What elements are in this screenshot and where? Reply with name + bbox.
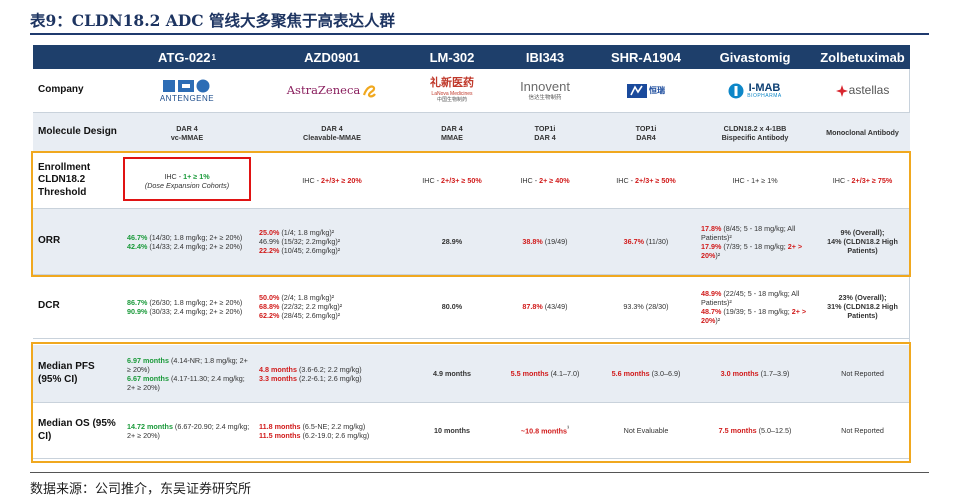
pfs-atg-022: 6.97 months (4.14-NR; 1.8 mg/kg; 2+ ≥ 20… xyxy=(127,355,248,392)
row-pfs: Median PFS (95% CI) 6.97 months (4.14-NR… xyxy=(33,345,910,403)
label-pfs: Median PFS (95% CI) xyxy=(38,361,95,385)
molecule-azd0901: DAR 4 Cleavable-MMAE xyxy=(303,123,361,142)
row-os: Median OS (95% CI) 14.72 months (6.67-20… xyxy=(33,403,910,459)
pfs-shr-a1904: 5.6 months (3.0–6.9) xyxy=(611,369,681,378)
enroll-atg-022: IHC - 1+ ≥ 1% (Dose Expansion Cohorts) xyxy=(144,171,230,190)
astellas-star-icon xyxy=(835,84,848,97)
orr-lm-302: 28.9% xyxy=(441,237,463,246)
imab-wordmark: I-MAB BIOPHARMA xyxy=(747,81,782,99)
molecule-givastomig: CLDN18.2 x 4-1BB Bispecific Antibody xyxy=(721,123,789,142)
molecule-zolbetuximab: Monoclonal Antibody xyxy=(826,128,899,137)
enroll-zolbetuximab: IHC - 2+/3+ ≥ 75% xyxy=(832,176,893,185)
hengrui-text: 恒瑞 xyxy=(649,85,665,95)
hengrui-logo: 恒瑞 xyxy=(597,69,695,112)
astrazeneca-swirl-icon xyxy=(363,84,377,97)
imab-mark-icon xyxy=(728,83,744,98)
innovent-cn-text: 信达生物制药 xyxy=(528,95,562,102)
orr-ibi343: 38.8% (19/49) xyxy=(522,237,568,246)
comparison-table: ATG-022 1 AZD0901 LM-302 IBI343 SHR-A1904… xyxy=(31,45,911,463)
label-os: Median OS (95% CI) xyxy=(38,418,116,442)
enroll-lm-302: IHC - 2+/3+ ≥ 50% xyxy=(422,176,482,185)
orr-atg-022: 46.7% (14/30; 1.8 mg/kg; 2+ ≥ 20%) 42.4% … xyxy=(127,232,243,251)
label-enrollment: Enrollment CLDN18.2 Threshold xyxy=(38,161,91,198)
lanova-cn-text: 礼新医药 xyxy=(430,77,474,90)
enroll-azd0901: IHC - 2+/3+ ≥ 20% xyxy=(302,176,362,185)
dcr-lm-302: 80.0% xyxy=(441,302,463,311)
header-givastomig: Givastomig xyxy=(719,49,791,65)
source-footer: 数据来源：公司推介，东吴证券研究所 xyxy=(30,472,929,497)
molecule-ibi343: TOP1i DAR 4 xyxy=(534,123,556,142)
pfs-givastomig: 3.0 months (1.7–3.9) xyxy=(720,369,790,378)
enroll-givastomig: IHC - 1+ ≥ 1% xyxy=(732,176,778,185)
os-atg-022: 14.72 months (6.67-20.90; 2.4 mg/kg; 2+ … xyxy=(127,421,250,440)
pfs-azd0901: 4.8 months (3.6-6.2; 2.2 mg/kg) 3.3 month… xyxy=(259,364,362,383)
os-givastomig: 7.5 months (5.0–12.5) xyxy=(718,426,792,435)
header-empty xyxy=(33,45,121,69)
molecule-atg-022: DAR 4 vc-MMAE xyxy=(170,123,204,142)
hengrui-mark-icon xyxy=(627,83,647,98)
row-molecule: Molecule Design DAR 4 vc-MMAE DAR 4 Cleava… xyxy=(33,113,910,153)
lanova-logo: 礼新医药 LaNova Medicines 中国生物制药 xyxy=(411,69,493,112)
antengene-mark-icon xyxy=(163,79,210,92)
orr-givastomig: 17.8% (8/45; 5 - 18 mg/kg; All Patients)… xyxy=(701,223,803,260)
astrazeneca-text: AstraZeneca xyxy=(286,83,361,98)
molecule-shr-a1904: TOP1i DAR4 xyxy=(635,123,657,142)
pfs-zolbetuximab: Not Reported xyxy=(841,369,884,378)
row-orr: ORR 46.7% (14/30; 1.8 mg/kg; 2+ ≥ 20%) 42… xyxy=(33,209,910,275)
label-molecule: Molecule Design xyxy=(38,126,117,138)
header-zolbetuximab: Zolbetuximab xyxy=(820,49,905,65)
dcr-ibi343: 87.8% (43/49) xyxy=(522,302,568,311)
dcr-atg-022: 86.7% (26/30; 1.8 mg/kg; 2+ ≥ 20%) 90.9% … xyxy=(127,297,243,316)
enroll-ibi343: IHC - 2+ ≥ 40% xyxy=(520,176,570,185)
lanova-sub-text: 中国生物制药 xyxy=(436,97,467,104)
header-atg-022: ATG-022 1 xyxy=(158,49,216,65)
enroll-shr-a1904: IHC - 2+/3+ ≥ 50% xyxy=(616,176,676,185)
header-shr-a1904: SHR-A1904 xyxy=(610,49,682,65)
dcr-givastomig: 48.9% (22/45; 5 - 18 mg/kg; All Patients… xyxy=(701,288,807,325)
os-shr-a1904: Not Evaluable xyxy=(623,426,669,435)
orr-zolbetuximab: 9% (Overall); 14% (CLDN18.2 High Patients… xyxy=(827,228,898,255)
dcr-zolbetuximab: 23% (Overall); 31% (CLDN18.2 High Patient… xyxy=(827,293,898,320)
imab-logo: I-MAB BIOPHARMA xyxy=(695,69,815,112)
table-title: 表9：CLDN18.2 ADC 管线大多聚焦于高表达人群 xyxy=(30,9,929,35)
astrazeneca-logo: AstraZeneca xyxy=(253,69,411,112)
pfs-ibi343: 5.5 months (4.1–7.0) xyxy=(510,369,580,378)
astellas-text: astellas xyxy=(848,83,890,97)
os-ibi343: ~10.8 months³ xyxy=(520,425,570,436)
row-company: Company ANTENGENE AstraZeneca 礼新医药 LaNov… xyxy=(33,69,910,113)
header-lm-302: LM-302 xyxy=(429,49,475,65)
table-header: ATG-022 1 AZD0901 LM-302 IBI343 SHR-A1904… xyxy=(33,45,910,69)
imab-text: I-MAB xyxy=(748,81,781,94)
row-dcr: DCR 86.7% (26/30; 1.8 mg/kg; 2+ ≥ 20%) 90… xyxy=(33,275,910,339)
molecule-lm-302: DAR 4 MMAE xyxy=(441,123,463,142)
innovent-logo: Innovent 信达生物制药 xyxy=(493,69,597,112)
row-enrollment: Enrollment CLDN18.2 Threshold IHC - 1+ ≥… xyxy=(33,153,910,209)
imab-sub-text: BIOPHARMA xyxy=(747,92,782,99)
header-azd0901: AZD0901 xyxy=(304,49,360,65)
astellas-logo: astellas xyxy=(815,69,910,112)
orr-azd0901: 25.0% (1/4; 1.8 mg/kg)² 46.9% (15/32; 2.2… xyxy=(259,228,341,255)
label-dcr: DCR xyxy=(38,300,60,312)
dcr-shr-a1904: 93.3% (28/30) xyxy=(623,302,669,311)
os-azd0901: 11.8 months (6.5-NE; 2.2 mg/kg) 11.5 mont… xyxy=(259,421,370,440)
orr-shr-a1904: 36.7% (11/30) xyxy=(623,237,669,246)
os-lm-302: 10 months xyxy=(434,426,470,435)
label-company: Company xyxy=(38,84,84,96)
pfs-lm-302: 4.9 months xyxy=(433,369,471,378)
antengene-logo: ANTENGENE xyxy=(121,69,253,112)
header-ibi343: IBI343 xyxy=(525,49,565,65)
os-zolbetuximab: Not Reported xyxy=(841,426,884,435)
dcr-azd0901: 50.0% (2/4; 1.8 mg/kg)² 68.8% (22/32; 2.2… xyxy=(259,293,343,320)
innovent-text: Innovent xyxy=(520,78,570,94)
antengene-text: ANTENGENE xyxy=(159,93,215,103)
label-orr: ORR xyxy=(38,235,61,247)
